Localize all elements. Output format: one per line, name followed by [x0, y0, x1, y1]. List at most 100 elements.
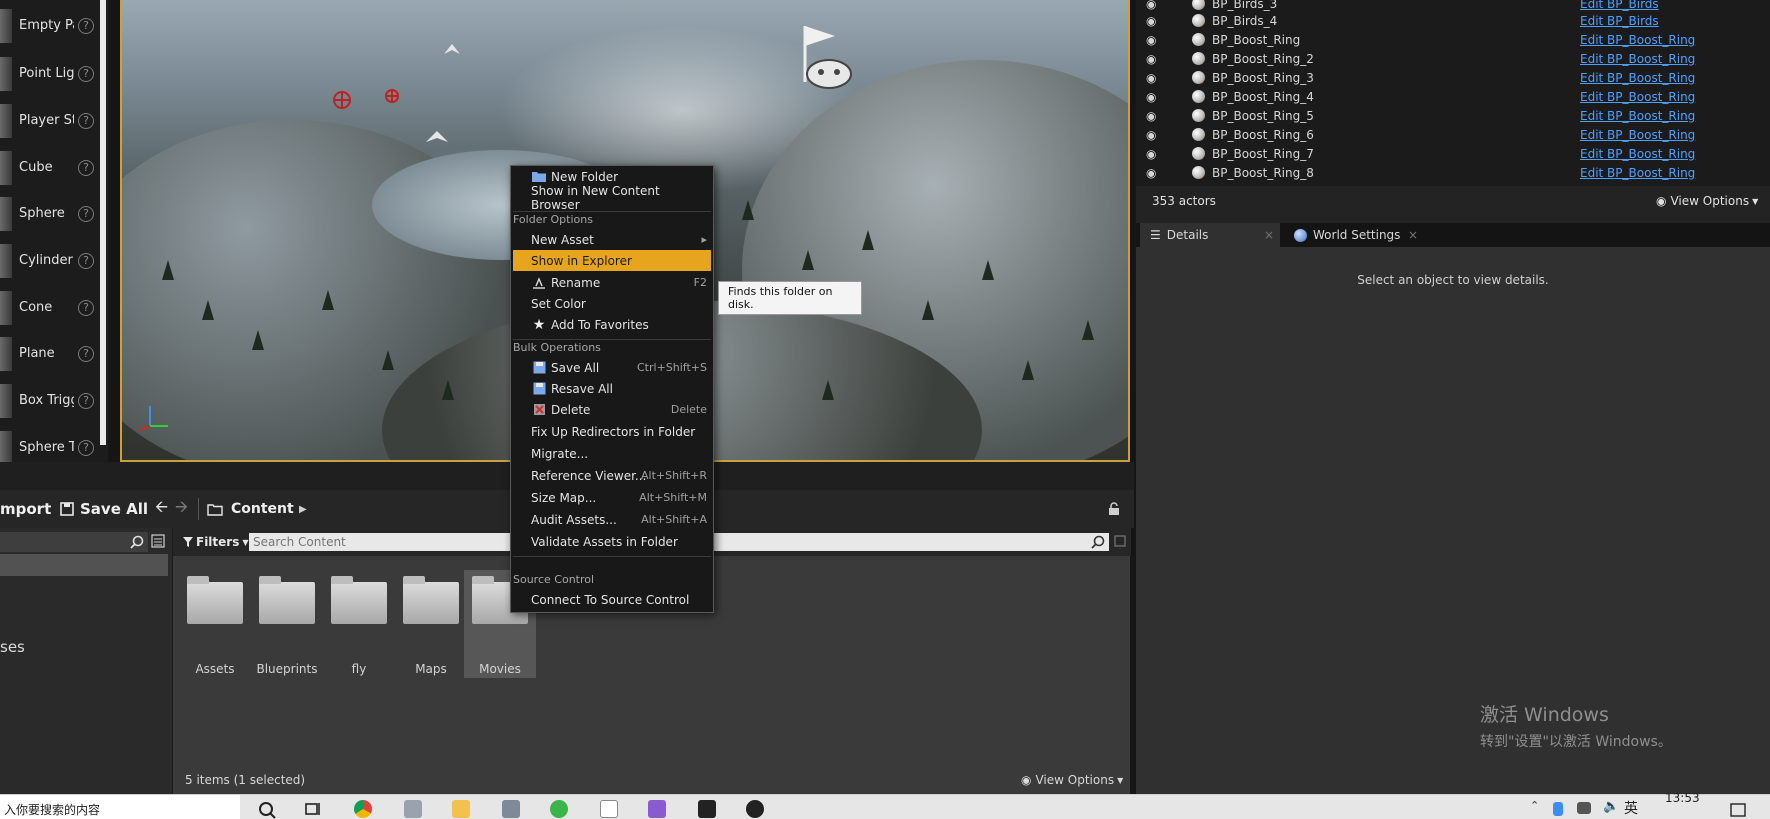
- help-icon[interactable]: ?: [78, 439, 94, 456]
- edit-blueprint-link[interactable]: Edit BP_Boost_Ring: [1580, 147, 1695, 161]
- target-point-icon[interactable]: [384, 88, 400, 104]
- volume-icon[interactable]: 🔈: [1603, 799, 1619, 814]
- ime-indicator[interactable]: 英: [1624, 798, 1638, 818]
- help-icon[interactable]: ?: [78, 205, 94, 222]
- game-controller-icon[interactable]: [797, 22, 857, 98]
- menu-item-audit-assets[interactable]: Audit Assets... Alt+Shift+A: [513, 509, 711, 530]
- visibility-eye-icon[interactable]: ◉: [1146, 52, 1156, 66]
- visibility-eye-icon[interactable]: ◉: [1146, 90, 1156, 104]
- network-icon[interactable]: [1577, 802, 1591, 814]
- sources-selected-row[interactable]: [0, 554, 168, 576]
- chrome-icon[interactable]: [354, 800, 372, 818]
- outliner-view-options-button[interactable]: ◉ View Options ▼: [1656, 194, 1758, 208]
- menu-item-connect-source-control[interactable]: Connect To Source Control: [513, 589, 711, 610]
- folder-assets[interactable]: Assets: [179, 570, 251, 678]
- help-icon[interactable]: ?: [78, 252, 94, 269]
- outliner-row[interactable]: ◉ BP_Boost_Ring_2 Edit BP_Boost_Ring: [1136, 49, 1756, 68]
- visibility-eye-icon[interactable]: ◉: [1146, 109, 1156, 123]
- outliner-row[interactable]: ◉ BP_Boost_Ring_6 Edit BP_Boost_Ring: [1136, 125, 1756, 144]
- place-actors-scrollbar[interactable]: [100, 0, 106, 445]
- sources-search-input[interactable]: [0, 532, 148, 552]
- menu-item-add-to-favorites[interactable]: ★ Add To Favorites: [513, 314, 711, 335]
- place-item-empty-pawn[interactable]: Empty Pa?: [0, 2, 100, 49]
- edit-blueprint-link[interactable]: Edit BP_Boost_Ring: [1580, 71, 1695, 85]
- folder-fly[interactable]: fly: [323, 570, 395, 678]
- close-tab-icon[interactable]: ×: [1408, 228, 1418, 242]
- chevron-up-icon[interactable]: ⌃: [1530, 799, 1539, 812]
- help-icon[interactable]: ?: [78, 112, 94, 129]
- close-tab-icon[interactable]: ×: [1264, 228, 1274, 242]
- menu-item-new-asset[interactable]: New Asset ▸: [513, 229, 711, 250]
- path-content-button[interactable]: Content: [207, 501, 294, 517]
- menu-item-rename[interactable]: Rename F2: [513, 272, 711, 293]
- visibility-eye-icon[interactable]: ◉: [1146, 0, 1156, 11]
- menu-item-delete[interactable]: Delete Delete: [513, 399, 711, 420]
- epic-games-icon[interactable]: [698, 800, 716, 818]
- menu-item-show-in-explorer[interactable]: Show in Explorer: [513, 250, 711, 271]
- visibility-eye-icon[interactable]: ◉: [1146, 14, 1156, 28]
- visibility-eye-icon[interactable]: ◉: [1146, 128, 1156, 142]
- help-icon[interactable]: ?: [78, 17, 94, 34]
- menu-item-reference-viewer[interactable]: Reference Viewer... Alt+Shift+R: [513, 465, 711, 486]
- outliner-row[interactable]: ◉ BP_Boost_Ring Edit BP_Boost_Ring: [1136, 30, 1756, 49]
- battery-icon[interactable]: [1553, 802, 1563, 816]
- menu-item-resave-all[interactable]: Resave All: [513, 378, 711, 399]
- visibility-eye-icon[interactable]: ◉: [1146, 147, 1156, 161]
- folder-maps[interactable]: Maps: [395, 570, 467, 678]
- place-item-cylinder[interactable]: Cylinder?: [0, 237, 100, 284]
- list-view-icon[interactable]: [151, 534, 165, 548]
- place-item-point-light[interactable]: Point Ligl?: [0, 50, 100, 97]
- help-icon[interactable]: ?: [78, 345, 94, 362]
- menu-item-show-in-new-content-browser[interactable]: Show in New Content Browser: [513, 184, 711, 212]
- save-all-button[interactable]: Save All: [60, 500, 148, 518]
- menu-item-save-all[interactable]: Save All Ctrl+Shift+S: [513, 357, 711, 378]
- target-point-icon[interactable]: [332, 90, 352, 110]
- outliner-row[interactable]: ◉ BP_Boost_Ring_3 Edit BP_Boost_Ring: [1136, 68, 1756, 87]
- edit-blueprint-link[interactable]: Edit BP_Birds: [1580, 14, 1659, 28]
- place-item-box-trigger[interactable]: Box Trigg?: [0, 377, 100, 424]
- edit-blueprint-link[interactable]: Edit BP_Boost_Ring: [1580, 33, 1695, 47]
- tab-world-settings[interactable]: World Settings ×: [1284, 223, 1424, 247]
- outliner-row[interactable]: ◉ BP_Boost_Ring_8 Edit BP_Boost_Ring: [1136, 163, 1756, 182]
- forward-arrow-icon[interactable]: 🡪: [175, 496, 188, 523]
- text-editor-icon[interactable]: [600, 800, 618, 818]
- edit-blueprint-link[interactable]: Edit BP_Boost_Ring: [1580, 128, 1695, 142]
- outliner-row[interactable]: ◉ BP_Birds_4 Edit BP_Birds: [1136, 11, 1756, 30]
- folder-blueprints[interactable]: Blueprints: [251, 570, 323, 678]
- notification-icon[interactable]: [1730, 803, 1746, 817]
- edit-blueprint-link[interactable]: Edit BP_Birds: [1580, 0, 1659, 11]
- taskbar-search-box[interactable]: 入你要搜索的内容: [0, 795, 240, 819]
- unreal-engine-icon[interactable]: [746, 800, 764, 818]
- edit-blueprint-link[interactable]: Edit BP_Boost_Ring: [1580, 52, 1695, 66]
- file-explorer-icon[interactable]: [452, 800, 470, 818]
- path-arrow-icon[interactable]: ▶: [299, 504, 307, 515]
- bird-actor-icon[interactable]: [424, 128, 450, 148]
- edit-blueprint-link[interactable]: Edit BP_Boost_Ring: [1580, 90, 1695, 104]
- lock-icon[interactable]: [1107, 502, 1121, 516]
- menu-item-fix-up-redirectors[interactable]: Fix Up Redirectors in Folder: [513, 421, 711, 442]
- visual-studio-icon[interactable]: [648, 800, 666, 818]
- back-arrow-icon[interactable]: 🡨: [155, 496, 168, 523]
- help-icon[interactable]: ?: [78, 65, 94, 82]
- cortana-search-icon[interactable]: [258, 801, 276, 819]
- place-item-player-start[interactable]: Player St?: [0, 97, 100, 144]
- clock-time[interactable]: 13:53: [1665, 791, 1700, 805]
- bird-actor-icon[interactable]: [442, 40, 462, 60]
- task-view-icon[interactable]: [305, 801, 323, 817]
- place-item-sphere[interactable]: Sphere?: [0, 190, 100, 237]
- view-options-button[interactable]: ◉ View Options ▼: [1021, 773, 1123, 787]
- menu-item-migrate[interactable]: Migrate...: [513, 443, 711, 464]
- visibility-eye-icon[interactable]: ◉: [1146, 33, 1156, 47]
- notepad-icon[interactable]: [404, 800, 422, 818]
- import-button[interactable]: mport: [0, 500, 51, 518]
- sources-collection-label[interactable]: ses: [0, 638, 25, 656]
- place-item-plane[interactable]: Plane?: [0, 330, 100, 377]
- help-icon[interactable]: ?: [78, 159, 94, 176]
- edit-blueprint-link[interactable]: Edit BP_Boost_Ring: [1580, 166, 1695, 180]
- help-icon[interactable]: ?: [78, 299, 94, 316]
- wechat-icon[interactable]: [550, 800, 568, 818]
- tab-details[interactable]: ☰ Details ×: [1140, 223, 1280, 247]
- edit-blueprint-link[interactable]: Edit BP_Boost_Ring: [1580, 109, 1695, 123]
- place-item-cube[interactable]: Cube?: [0, 144, 100, 191]
- outliner-row[interactable]: ◉ BP_Boost_Ring_7 Edit BP_Boost_Ring: [1136, 144, 1756, 163]
